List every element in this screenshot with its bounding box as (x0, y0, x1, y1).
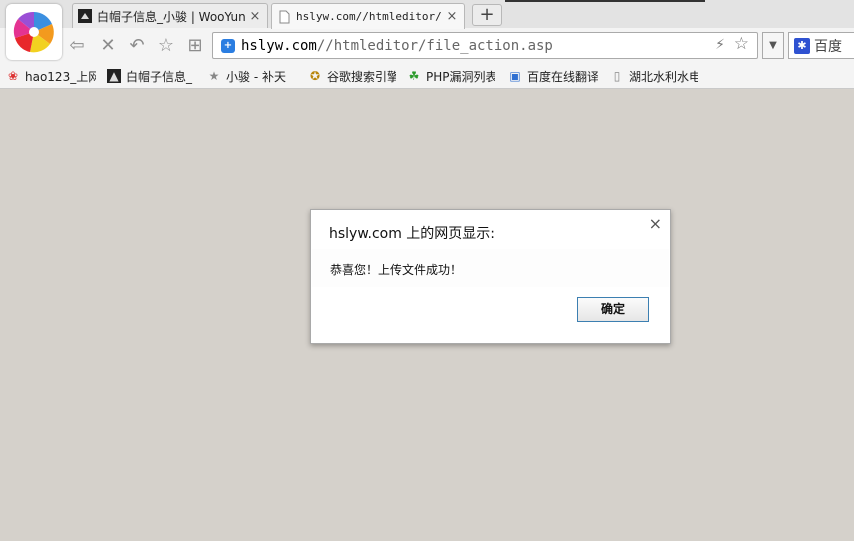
address-dropdown-button[interactable]: ▼ (762, 32, 784, 59)
page-icon (277, 10, 291, 24)
tab-close-icon[interactable]: × (446, 9, 458, 24)
tab-indicator (505, 0, 705, 2)
dialog-body: 恭喜您！上传文件成功！ (312, 249, 669, 287)
bookmark-label: 百度在线翻译 (527, 69, 598, 84)
frog-icon: ☘ (408, 69, 420, 83)
refresh-icon[interactable]: ↶ (126, 35, 148, 57)
tab-title: hslyw.com//htmleditor/fil (296, 10, 442, 23)
search-engine-label: 百度 (814, 38, 842, 55)
bookmark-label: hao123_上网 (25, 69, 96, 84)
alert-dialog: hslyw.com 上的网页显示: × 恭喜您！上传文件成功！ 确定 (310, 209, 671, 344)
bookmark-hubei[interactable]: ▯ 湖北水利水电 (610, 67, 698, 85)
star-icon: ★ (208, 69, 220, 83)
bookmark-wooyun[interactable]: ▲ 白帽子信息_ (107, 67, 197, 85)
page-icon: ▯ (613, 69, 621, 83)
bookmark-translate[interactable]: ▣ 百度在线翻译 (508, 67, 598, 85)
tab-wooyun[interactable]: 白帽子信息_小骏 | WooYun × (72, 3, 268, 28)
hao123-icon: ❀ (7, 69, 19, 83)
tab-close-icon[interactable]: × (249, 9, 261, 24)
stop-icon[interactable]: ✕ (97, 35, 119, 57)
translate-icon: ▣ (509, 69, 521, 83)
bookmark-google[interactable]: ✪ 谷歌搜索引擎 (308, 67, 396, 85)
close-icon[interactable]: × (649, 214, 662, 233)
url-path: //htmleditor/file_action.asp (316, 37, 553, 54)
google-icon: ✪ (309, 69, 321, 83)
navigation-bar: ⇦ ✕ ↶ ☆ ⊞ + hslyw.com //htmleditor/file_… (0, 28, 854, 64)
bookmark-php[interactable]: ☘ PHP漏洞列表 (407, 67, 495, 85)
back-icon[interactable]: ⇦ (66, 35, 88, 57)
browser-chrome: 白帽子信息_小骏 | WooYun × hslyw.com//htmledito… (0, 0, 854, 89)
bookmark-label: 谷歌搜索引擎 (327, 69, 396, 84)
baidu-paw-icon: ✱ (794, 37, 810, 54)
new-tab-button[interactable]: + (472, 4, 502, 26)
tab-file-action[interactable]: hslyw.com//htmleditor/fil × (271, 3, 465, 29)
bookmark-hao123[interactable]: ❀ hao123_上网 (6, 67, 96, 85)
address-bar[interactable]: + hslyw.com //htmleditor/file_action.asp… (212, 32, 758, 59)
bookmark-label: 白帽子信息_ (126, 69, 193, 84)
bookmark-label: PHP漏洞列表 (426, 69, 495, 84)
lightning-icon[interactable]: ⚡ (715, 37, 725, 53)
apps-grid-icon[interactable]: ⊞ (184, 35, 206, 57)
search-box[interactable]: ✱ 百度 (788, 32, 854, 59)
shield-icon: + (221, 38, 235, 53)
url-host: hslyw.com (241, 37, 317, 54)
bookmark-label: 小骏 - 补天 (226, 69, 286, 84)
wooyun-favicon-icon (78, 9, 92, 23)
dialog-title: hslyw.com 上的网页显示: (329, 226, 496, 242)
bookmark-butian[interactable]: ★ 小骏 - 补天 (207, 67, 299, 85)
bookmarks-bar: ❀ hao123_上网 ▲ 白帽子信息_ ★ 小骏 - 补天 ✪ 谷歌搜索引擎 … (0, 64, 854, 86)
dialog-message: 恭喜您！上传文件成功！ (330, 263, 463, 277)
favorite-star-icon[interactable]: ☆ (155, 35, 177, 57)
bookmark-label: 湖北水利水电 (629, 69, 698, 84)
ok-button[interactable]: 确定 (577, 297, 649, 322)
wooyun-icon: ▲ (107, 69, 121, 83)
tab-title: 白帽子信息_小骏 | WooYun (97, 9, 245, 24)
bookmark-star-icon[interactable]: ☆ (734, 34, 749, 54)
